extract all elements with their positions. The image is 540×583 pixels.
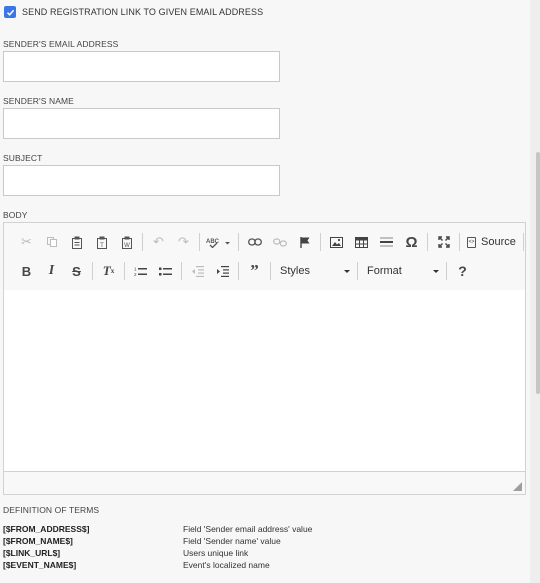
- sender-email-input[interactable]: [3, 51, 280, 82]
- definitions-list: [$FROM_ADDRESS$] Field 'Sender email add…: [3, 523, 523, 571]
- undo-icon[interactable]: ↶: [146, 230, 171, 254]
- source-button-label: Source: [481, 236, 516, 248]
- definition-row: [$LINK_URL$] Users unique link: [3, 547, 523, 559]
- paste-icon[interactable]: [64, 230, 89, 254]
- table-icon[interactable]: [349, 230, 374, 254]
- link-icon[interactable]: [242, 230, 267, 254]
- toolbar-row-1: ✂ T W ↶ ↷ ABC Ω <> Source: [14, 230, 527, 254]
- send-link-label[interactable]: SEND REGISTRATION LINK TO GIVEN EMAIL AD…: [22, 7, 263, 17]
- toolbar-separator: [238, 262, 239, 280]
- paste-as-text-icon[interactable]: T: [89, 230, 114, 254]
- chevron-down-icon: [344, 269, 350, 273]
- editor-toolbar: ✂ T W ↶ ↷ ABC Ω <> Source B I S T x 1 2 …: [4, 223, 525, 291]
- toolbar-separator: [181, 262, 182, 280]
- redo-icon[interactable]: ↷: [171, 230, 196, 254]
- toolbar-separator: [427, 233, 428, 251]
- definition-row: [$EVENT_NAME$] Event's localized name: [3, 559, 523, 571]
- toolbar-separator: [124, 262, 125, 280]
- subject-label: SUBJECT: [3, 153, 43, 163]
- toolbar-separator: [92, 262, 93, 280]
- svg-text:W: W: [124, 243, 130, 249]
- toolbar-separator: [446, 262, 447, 280]
- maximize-icon[interactable]: [431, 230, 456, 254]
- blockquote-icon[interactable]: ”: [242, 259, 267, 283]
- toolbar-separator: [459, 233, 460, 251]
- cut-icon[interactable]: ✂: [14, 230, 39, 254]
- bulleted-list-icon[interactable]: [153, 259, 178, 283]
- strikethrough-icon[interactable]: S: [64, 259, 89, 283]
- help-icon[interactable]: ?: [450, 259, 475, 283]
- toolbar-row-2: B I S Tx 12 ” Styles Format ?: [14, 259, 475, 283]
- decrease-indent-icon[interactable]: [185, 259, 210, 283]
- styles-dropdown[interactable]: Styles: [274, 261, 354, 281]
- format-dropdown-label: Format: [367, 265, 402, 277]
- special-character-icon[interactable]: Ω: [399, 230, 424, 254]
- term-value: Event's localized name: [183, 560, 270, 570]
- term-value: Field 'Sender name' value: [183, 536, 281, 546]
- source-code-icon: <>: [467, 236, 476, 248]
- numbered-list-icon[interactable]: 12: [128, 259, 153, 283]
- svg-text:1: 1: [134, 266, 137, 271]
- definition-row: [$FROM_ADDRESS$] Field 'Sender email add…: [3, 523, 523, 535]
- send-link-row: SEND REGISTRATION LINK TO GIVEN EMAIL AD…: [4, 5, 263, 19]
- resize-handle-icon[interactable]: [513, 482, 522, 491]
- horizontal-line-icon[interactable]: [374, 230, 399, 254]
- copy-icon[interactable]: [39, 230, 64, 254]
- increase-indent-icon[interactable]: [210, 259, 235, 283]
- chevron-down-icon: [433, 269, 439, 273]
- image-icon[interactable]: [324, 230, 349, 254]
- spellcheck-icon[interactable]: ABC: [203, 230, 235, 254]
- toolbar-separator: [320, 233, 321, 251]
- editor-status-bar: [4, 471, 525, 494]
- svg-text:ABC: ABC: [206, 239, 220, 245]
- sender-name-input[interactable]: [3, 108, 280, 139]
- definitions-title: DEFINITION OF TERMS: [3, 505, 100, 515]
- toolbar-separator: [522, 233, 524, 251]
- source-button[interactable]: <> Source: [463, 230, 520, 254]
- definition-row: [$FROM_NAME$] Field 'Sender name' value: [3, 535, 523, 547]
- italic-icon[interactable]: I: [39, 259, 64, 283]
- scrollbar-thumb[interactable]: [536, 152, 540, 394]
- unlink-icon[interactable]: [267, 230, 292, 254]
- paste-from-word-icon[interactable]: W: [114, 230, 139, 254]
- styles-dropdown-label: Styles: [280, 265, 310, 277]
- term-key: [$LINK_URL$]: [3, 548, 61, 558]
- body-rich-text-editor: ✂ T W ↶ ↷ ABC Ω <> Source B I S T x 1 2 …: [3, 222, 526, 495]
- toolbar-separator: [238, 233, 239, 251]
- toolbar-separator: [142, 233, 143, 251]
- sender-name-label: SENDER'S NAME: [3, 96, 74, 106]
- send-link-checkbox[interactable]: [4, 6, 16, 18]
- svg-text:T: T: [100, 243, 104, 249]
- toolbar-separator: [270, 262, 271, 280]
- toolbar-separator: [357, 262, 358, 280]
- term-value: Field 'Sender email address' value: [183, 524, 313, 534]
- registration-link-form: SEND REGISTRATION LINK TO GIVEN EMAIL AD…: [0, 0, 530, 583]
- term-key: [$FROM_NAME$]: [3, 536, 73, 546]
- sender-email-label: SENDER'S EMAIL ADDRESS: [3, 39, 119, 49]
- format-dropdown[interactable]: Format: [361, 261, 443, 281]
- remove-format-icon[interactable]: Tx: [96, 259, 121, 283]
- bold-icon[interactable]: B: [14, 259, 39, 283]
- anchor-flag-icon[interactable]: [292, 230, 317, 254]
- toolbar-separator: [199, 233, 200, 251]
- term-value: Users unique link: [183, 548, 249, 558]
- svg-text:2: 2: [134, 272, 137, 277]
- body-edit-area[interactable]: [4, 290, 525, 471]
- term-key: [$EVENT_NAME$]: [3, 560, 77, 570]
- term-key: [$FROM_ADDRESS$]: [3, 524, 90, 534]
- body-label: BODY: [3, 210, 28, 220]
- checkmark-icon: [6, 9, 14, 16]
- subject-input[interactable]: [3, 165, 280, 196]
